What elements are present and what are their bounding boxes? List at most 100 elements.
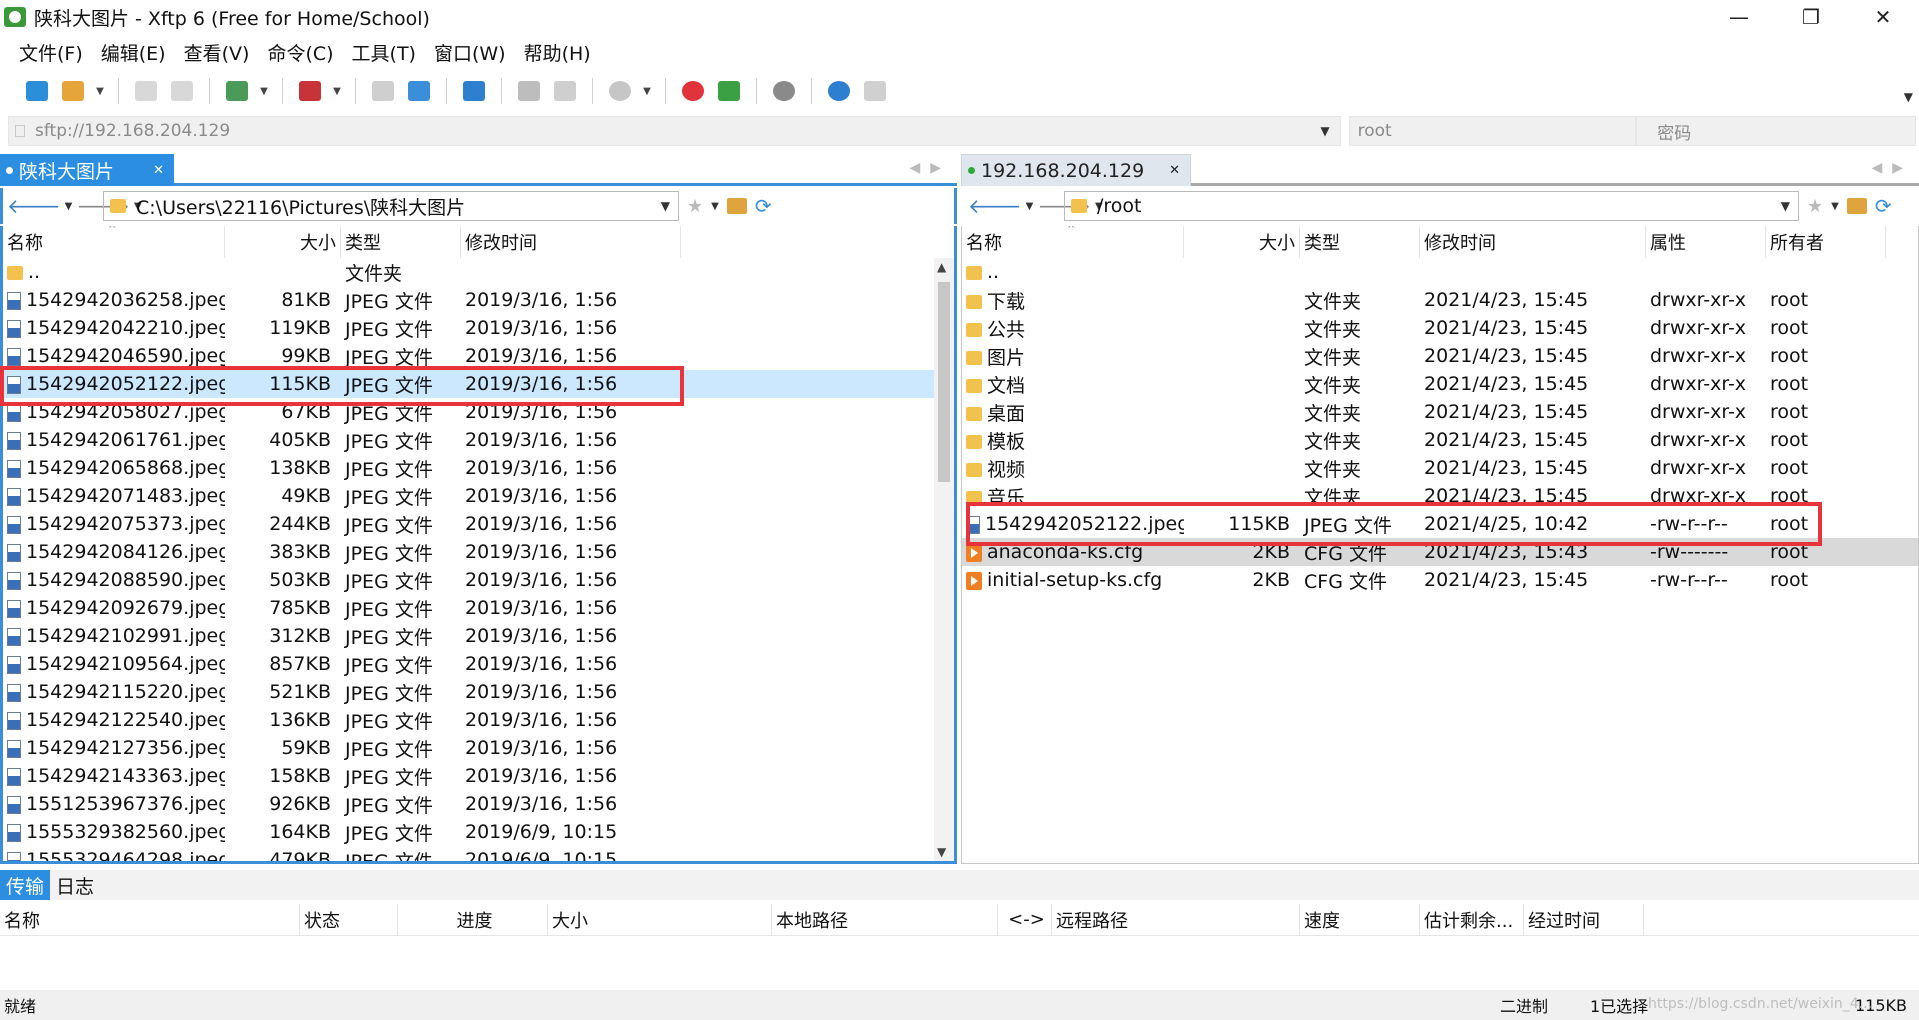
options-button[interactable] xyxy=(769,76,799,106)
file-row[interactable]: 1542942084126.jpeg 383KB JPEG 文件 2019/3/16,… xyxy=(3,538,954,566)
help-button[interactable] xyxy=(824,76,854,106)
tab-transfer[interactable]: 传输 xyxy=(0,870,51,900)
col-size[interactable]: 大小 xyxy=(1184,226,1300,258)
host-dropdown-caret[interactable]: ▼ xyxy=(1320,124,1329,138)
path-dropdown-caret[interactable]: ▼ xyxy=(661,199,670,213)
tab-log[interactable]: 日志 xyxy=(50,870,100,900)
scroll-thumb[interactable] xyxy=(938,282,950,482)
bookmark-star-icon[interactable]: ★ xyxy=(1807,196,1823,217)
bookmark-dropdown-caret[interactable]: ▼ xyxy=(711,201,719,212)
folder-row[interactable]: .. xyxy=(962,258,1918,286)
local-scrollbar[interactable]: ▲ ▼ xyxy=(934,258,954,861)
col-type[interactable]: 类型 xyxy=(341,226,461,258)
tab-remote[interactable]: 192.168.204.129 ✕ xyxy=(961,154,1191,186)
file-row[interactable]: 1542942065868.jpeg 138KB JPEG 文件 2019/3/16,… xyxy=(3,454,954,482)
tab-scroll-arrows[interactable]: ◀▶ xyxy=(909,160,951,176)
stop-button[interactable] xyxy=(605,76,635,106)
folder-row[interactable]: 文档 文件夹 2021/4/23, 15:45 drwxr-xr-x root xyxy=(962,370,1918,398)
folder-row[interactable]: 桌面 文件夹 2021/4/23, 15:45 drwxr-xr-x root xyxy=(962,398,1918,426)
upload-button[interactable] xyxy=(404,76,434,106)
folder-row[interactable]: 模板 文件夹 2021/4/23, 15:45 drwxr-xr-x root xyxy=(962,426,1918,454)
xshell-button[interactable] xyxy=(678,76,708,106)
local-path-input[interactable]: C:\Users\22116\Pictures\陕科大图片 ▼ xyxy=(103,191,679,221)
tcol-direction[interactable]: <-> xyxy=(998,903,1052,936)
menu-file[interactable]: 文件(F) xyxy=(10,39,92,66)
path-dropdown-caret[interactable]: ▼ xyxy=(1781,199,1790,213)
menu-tools[interactable]: 工具(T) xyxy=(343,39,425,66)
file-row[interactable]: 1555329382560.jpeg 164KB JPEG 文件 2019/6/9, … xyxy=(3,818,954,846)
refresh-icon[interactable]: ⟳ xyxy=(755,194,772,218)
close-button[interactable]: ✕ xyxy=(1847,0,1919,34)
minimize-button[interactable]: — xyxy=(1703,0,1775,34)
tcol-speed[interactable]: 速度 xyxy=(1300,903,1420,936)
col-attributes[interactable]: 属性 xyxy=(1646,226,1766,258)
col-modified[interactable]: 修改时间 xyxy=(1420,226,1646,258)
back-dropdown-caret[interactable]: ▼ xyxy=(65,201,73,212)
properties-dropdown-caret[interactable]: ▼ xyxy=(258,86,270,97)
toolbar-overflow-caret[interactable]: ▼ xyxy=(1904,90,1913,104)
paste-button[interactable] xyxy=(550,76,580,106)
folder-row[interactable]: 公共 文件夹 2021/4/23, 15:45 drwxr-xr-x root xyxy=(962,314,1918,342)
bookmark-star-icon[interactable]: ★ xyxy=(687,196,703,217)
file-row[interactable]: 1542942092679.jpeg 785KB JPEG 文件 2019/3/16,… xyxy=(3,594,954,622)
remote-path-input[interactable]: /root ▼ xyxy=(1064,191,1799,221)
sync-button[interactable] xyxy=(459,76,489,106)
media-dropdown-caret[interactable]: ▼ xyxy=(331,86,343,97)
tcol-elapsed[interactable]: 经过时间 xyxy=(1524,903,1644,936)
file-row[interactable]: 1542942071483.jpeg 49KB JPEG 文件 2019/3/16, … xyxy=(3,482,954,510)
xftp-button[interactable] xyxy=(714,76,744,106)
open-session-button[interactable] xyxy=(58,76,88,106)
bookmark-dropdown-caret[interactable]: ▼ xyxy=(1831,201,1839,212)
scroll-down-icon[interactable]: ▼ xyxy=(937,845,946,859)
back-arrow-icon[interactable]: 🡐 xyxy=(968,194,1022,218)
media-button[interactable] xyxy=(295,76,325,106)
file-row[interactable]: 1555329464298.jpeg 479KB JPEG 文件 2019/6/9, … xyxy=(3,846,954,861)
folder-row[interactable]: .. 文件夹 xyxy=(3,258,954,286)
tcol-size[interactable]: 大小 xyxy=(548,903,772,936)
tab-local[interactable]: 陕科大图片 ✕ xyxy=(0,154,174,186)
col-modified[interactable]: 修改时间 xyxy=(461,226,681,258)
stop-dropdown-caret[interactable]: ▼ xyxy=(641,86,653,97)
col-name[interactable]: 名称 ^ xyxy=(3,226,225,258)
parent-folder-icon[interactable] xyxy=(1846,198,1867,214)
file-row[interactable]: 1542942102991.jpeg 312KB JPEG 文件 2019/3/16,… xyxy=(3,622,954,650)
tcol-status[interactable]: 状态 xyxy=(300,903,398,936)
back-arrow-icon[interactable]: 🡐 xyxy=(7,194,61,218)
file-row[interactable]: 1542942088590.jpeg 503KB JPEG 文件 2019/3/16,… xyxy=(3,566,954,594)
new-session-button[interactable] xyxy=(22,76,52,106)
file-row[interactable]: 1542942115220.jpeg 521KB JPEG 文件 2019/3/16,… xyxy=(3,678,954,706)
copy-button[interactable] xyxy=(514,76,544,106)
col-owner[interactable]: 所有者 xyxy=(1766,226,1886,258)
connect-button[interactable] xyxy=(131,76,161,106)
chat-button[interactable] xyxy=(860,76,890,106)
username-input[interactable]: root xyxy=(1348,116,1637,146)
host-input[interactable]: sftp://192.168.204.129 ▼ xyxy=(8,116,1341,146)
open-dropdown-caret[interactable]: ▼ xyxy=(94,86,106,97)
disconnect-button[interactable] xyxy=(167,76,197,106)
tcol-remote-path[interactable]: 远程路径 xyxy=(1052,903,1300,936)
file-row[interactable]: 1542942075373.jpeg 244KB JPEG 文件 2019/3/16,… xyxy=(3,510,954,538)
folder-row[interactable]: 图片 文件夹 2021/4/23, 15:45 drwxr-xr-x root xyxy=(962,342,1918,370)
refresh-icon[interactable]: ⟳ xyxy=(1875,194,1892,218)
properties-button[interactable] xyxy=(222,76,252,106)
file-row[interactable]: 1542942061761.jpeg 405KB JPEG 文件 2019/3/16,… xyxy=(3,426,954,454)
close-tab-icon[interactable]: ✕ xyxy=(153,163,164,178)
download-button[interactable] xyxy=(368,76,398,106)
file-row[interactable]: 1542942036258.jpeg 81KB JPEG 文件 2019/3/16, … xyxy=(3,286,954,314)
menu-window[interactable]: 窗口(W) xyxy=(425,39,515,66)
file-row[interactable]: 1542942109564.jpeg 857KB JPEG 文件 2019/3/16,… xyxy=(3,650,954,678)
back-dropdown-caret[interactable]: ▼ xyxy=(1026,201,1034,212)
tcol-name[interactable]: 名称 xyxy=(0,903,300,936)
col-type[interactable]: 类型 xyxy=(1300,226,1420,258)
file-row[interactable]: initial-setup-ks.cfg 2KB CFG 文件 2021/4/23, … xyxy=(962,566,1918,594)
folder-row[interactable]: 下载 文件夹 2021/4/23, 15:45 drwxr-xr-x root xyxy=(962,286,1918,314)
file-row[interactable]: 1542942127356.jpeg 59KB JPEG 文件 2019/3/16, … xyxy=(3,734,954,762)
menu-command[interactable]: 命令(C) xyxy=(258,39,342,66)
folder-row[interactable]: 视频 文件夹 2021/4/23, 15:45 drwxr-xr-x root xyxy=(962,454,1918,482)
password-input[interactable]: 密码 xyxy=(1636,116,1916,146)
file-row[interactable]: 1542942122540.jpeg 136KB JPEG 文件 2019/3/16,… xyxy=(3,706,954,734)
tcol-local-path[interactable]: 本地路径 xyxy=(772,903,998,936)
col-name[interactable]: 名称 ^ xyxy=(962,226,1184,258)
parent-folder-icon[interactable] xyxy=(726,198,747,214)
menu-edit[interactable]: 编辑(E) xyxy=(92,39,175,66)
